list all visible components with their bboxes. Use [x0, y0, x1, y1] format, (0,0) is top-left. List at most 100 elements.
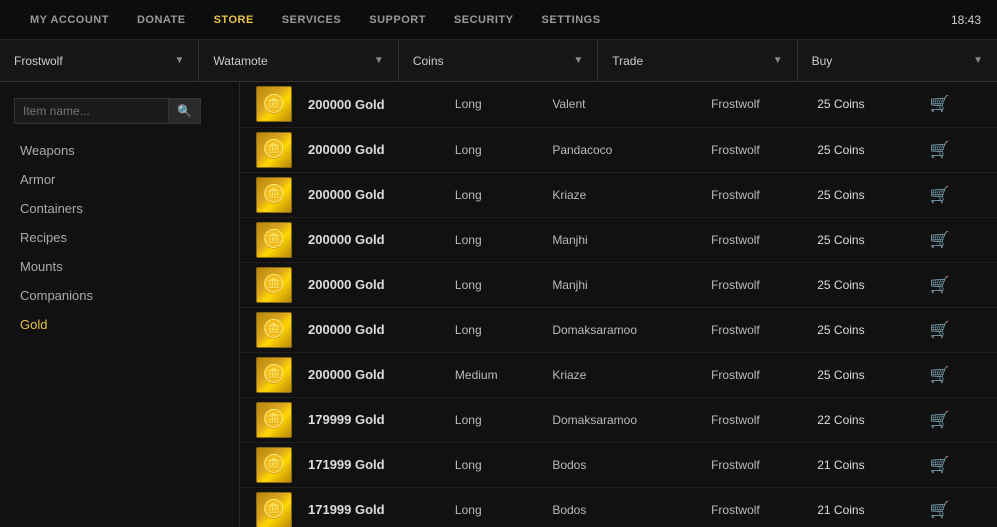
sidebar-item-mounts[interactable]: Mounts: [0, 252, 239, 281]
sidebar-item-companions[interactable]: Companions: [0, 281, 239, 310]
add-to-cart-button[interactable]: 🛒: [921, 271, 957, 299]
item-name: 200000 Gold: [296, 352, 443, 397]
sidebar-item-armor[interactable]: Armor: [0, 165, 239, 194]
cart-cell: 🛒: [909, 487, 997, 527]
gold-icon: 🪙: [256, 177, 292, 213]
clock: 18:43: [951, 13, 981, 27]
item-duration: Medium: [443, 352, 540, 397]
trade-filter[interactable]: Trade ▼: [598, 40, 797, 81]
item-realm: Frostwolf: [699, 172, 805, 217]
item-duration: Long: [443, 442, 540, 487]
item-realm: Frostwolf: [699, 397, 805, 442]
nav-store[interactable]: STORE: [200, 14, 268, 26]
table-row: 🪙 200000 Gold Long Domaksaramoo Frostwol…: [240, 307, 997, 352]
item-seller: Kriaze: [540, 172, 699, 217]
item-price: 21 Coins: [805, 487, 909, 527]
item-duration: Long: [443, 82, 540, 127]
nav-my-account[interactable]: MY ACCOUNT: [16, 14, 123, 26]
item-duration: Long: [443, 487, 540, 527]
table-row: 🪙 200000 Gold Medium Kriaze Frostwolf 25…: [240, 352, 997, 397]
table-row: 🪙 179999 Gold Long Domaksaramoo Frostwol…: [240, 397, 997, 442]
add-to-cart-button[interactable]: 🛒: [921, 451, 957, 479]
items-table: 🪙 200000 Gold Long Valent Frostwolf 25 C…: [240, 82, 997, 527]
search-button[interactable]: 🔍: [169, 98, 201, 124]
nav-services[interactable]: SERVICES: [268, 14, 355, 26]
item-icon-cell: 🪙: [240, 487, 296, 527]
item-name: 171999 Gold: [296, 487, 443, 527]
filter-bar: Frostwolf ▼ Watamote ▼ Coins ▼ Trade ▼ B…: [0, 40, 997, 82]
table-row: 🪙 200000 Gold Long Manjhi Frostwolf 25 C…: [240, 217, 997, 262]
character-value: Watamote: [213, 54, 267, 68]
table-row: 🪙 200000 Gold Long Pandacoco Frostwolf 2…: [240, 127, 997, 172]
item-icon-cell: 🪙: [240, 172, 296, 217]
item-realm: Frostwolf: [699, 442, 805, 487]
category-filter[interactable]: Coins ▼: [399, 40, 598, 81]
item-duration: Long: [443, 397, 540, 442]
search-bar: 🔍: [14, 98, 225, 124]
realm-value: Frostwolf: [14, 54, 63, 68]
item-price: 25 Coins: [805, 217, 909, 262]
gold-icon: 🪙: [256, 312, 292, 348]
item-seller: Kriaze: [540, 352, 699, 397]
item-icon-cell: 🪙: [240, 217, 296, 262]
item-price: 25 Coins: [805, 82, 909, 127]
add-to-cart-button[interactable]: 🛒: [921, 496, 957, 524]
table-row: 🪙 200000 Gold Long Manjhi Frostwolf 25 C…: [240, 262, 997, 307]
gold-icon: 🪙: [256, 492, 292, 527]
add-to-cart-button[interactable]: 🛒: [921, 406, 957, 434]
nav-settings[interactable]: SETTINGS: [528, 14, 615, 26]
add-to-cart-button[interactable]: 🛒: [921, 316, 957, 344]
item-icon-cell: 🪙: [240, 307, 296, 352]
cart-cell: 🛒: [909, 217, 997, 262]
item-realm: Frostwolf: [699, 262, 805, 307]
item-name: 200000 Gold: [296, 217, 443, 262]
buy-value: Buy: [812, 54, 833, 68]
item-realm: Frostwolf: [699, 487, 805, 527]
buy-filter[interactable]: Buy ▼: [798, 40, 997, 81]
item-duration: Long: [443, 217, 540, 262]
trade-value: Trade: [612, 54, 643, 68]
content-area: 🪙 200000 Gold Long Valent Frostwolf 25 C…: [240, 82, 997, 527]
add-to-cart-button[interactable]: 🛒: [921, 181, 957, 209]
gold-icon: 🪙: [256, 132, 292, 168]
gold-icon: 🪙: [256, 447, 292, 483]
search-input[interactable]: [14, 98, 169, 124]
sidebar-item-containers[interactable]: Containers: [0, 194, 239, 223]
cart-cell: 🛒: [909, 442, 997, 487]
top-navigation: MY ACCOUNT DONATE STORE SERVICES SUPPORT…: [0, 0, 997, 40]
item-icon-cell: 🪙: [240, 127, 296, 172]
sidebar-item-recipes[interactable]: Recipes: [0, 223, 239, 252]
cart-cell: 🛒: [909, 397, 997, 442]
item-price: 21 Coins: [805, 442, 909, 487]
item-seller: Bodos: [540, 487, 699, 527]
item-realm: Frostwolf: [699, 217, 805, 262]
item-seller: Pandacoco: [540, 127, 699, 172]
item-price: 22 Coins: [805, 397, 909, 442]
realm-filter[interactable]: Frostwolf ▼: [0, 40, 199, 81]
item-price: 25 Coins: [805, 127, 909, 172]
add-to-cart-button[interactable]: 🛒: [921, 136, 957, 164]
table-row: 🪙 171999 Gold Long Bodos Frostwolf 21 Co…: [240, 487, 997, 527]
add-to-cart-button[interactable]: 🛒: [921, 361, 957, 389]
item-name: 171999 Gold: [296, 442, 443, 487]
item-seller: Bodos: [540, 442, 699, 487]
table-row: 🪙 200000 Gold Long Valent Frostwolf 25 C…: [240, 82, 997, 127]
add-to-cart-button[interactable]: 🛒: [921, 90, 957, 118]
item-seller: Manjhi: [540, 262, 699, 307]
sidebar-item-weapons[interactable]: Weapons: [0, 136, 239, 165]
nav-support[interactable]: SUPPORT: [355, 14, 440, 26]
nav-security[interactable]: SECURITY: [440, 14, 528, 26]
add-to-cart-button[interactable]: 🛒: [921, 226, 957, 254]
item-duration: Long: [443, 262, 540, 307]
chevron-down-icon: ▼: [573, 55, 583, 66]
chevron-down-icon: ▼: [374, 55, 384, 66]
sidebar-item-gold[interactable]: Gold: [0, 310, 239, 339]
gold-icon: 🪙: [256, 222, 292, 258]
gold-icon: 🪙: [256, 267, 292, 303]
chevron-down-icon: ▼: [773, 55, 783, 66]
item-name: 200000 Gold: [296, 307, 443, 352]
item-seller: Manjhi: [540, 217, 699, 262]
item-price: 25 Coins: [805, 352, 909, 397]
nav-donate[interactable]: DONATE: [123, 14, 200, 26]
character-filter[interactable]: Watamote ▼: [199, 40, 398, 81]
